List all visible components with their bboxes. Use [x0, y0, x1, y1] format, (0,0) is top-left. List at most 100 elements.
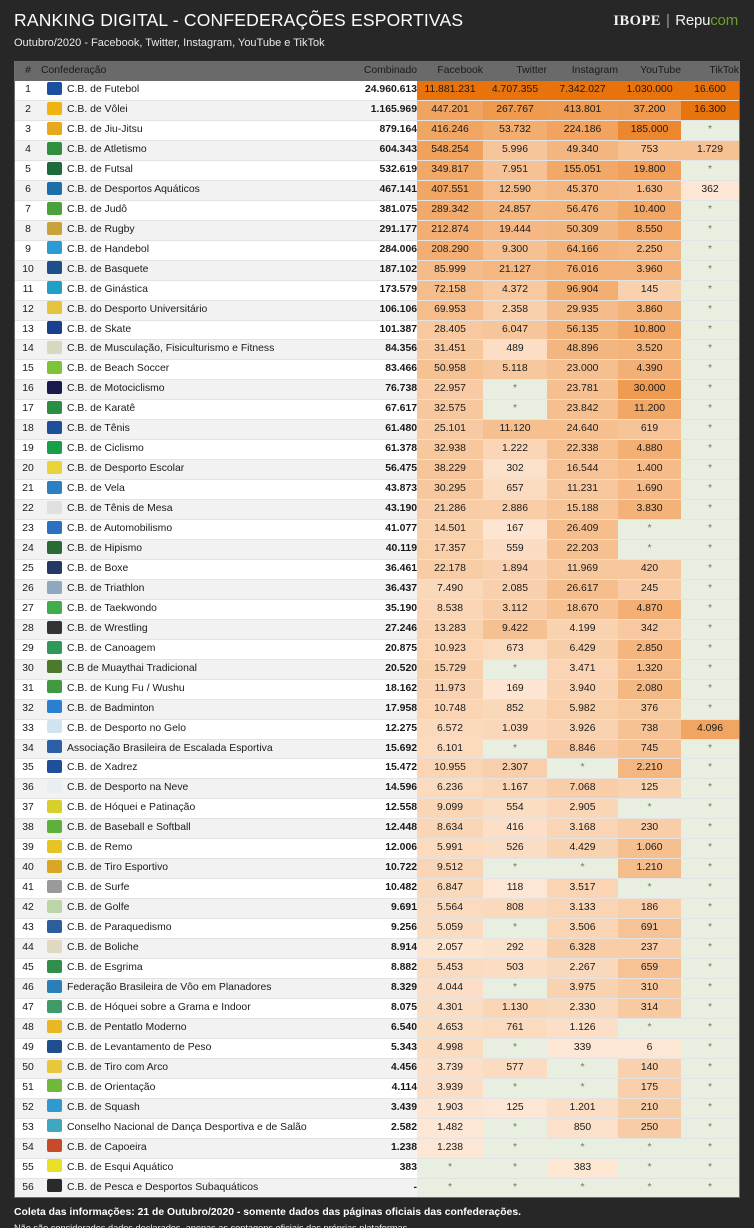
cell-twitter: 526: [483, 838, 547, 860]
cell-confederation-name[interactable]: C.B. de Golfe: [67, 898, 325, 920]
cell-twitter: 21.127: [483, 260, 547, 281]
cell-confederation-name[interactable]: C.B. de Triathlon: [67, 579, 325, 600]
cell-confederation-name[interactable]: C.B de Muaythai Tradicional: [67, 659, 325, 680]
cell-facebook: 6.572: [417, 719, 483, 740]
cell-confederation-name[interactable]: C.B. de Capoeira: [67, 1138, 325, 1159]
cell-confederation-name[interactable]: C.B. de Vela: [67, 479, 325, 501]
cell-confederation-name[interactable]: C.B. de Hipismo: [67, 539, 325, 560]
table-row: 24 C.B. de Hipismo 40.119 17.357 559 22.203 * *: [15, 539, 739, 560]
column-header-twitter[interactable]: Twitter: [483, 62, 547, 82]
cell-confederation-name[interactable]: C.B. de Atletismo: [67, 140, 325, 161]
cell-confederation-name[interactable]: C.B. de Tênis: [67, 419, 325, 441]
logo-chip: [46, 580, 62, 594]
cell-tiktok: *: [681, 798, 739, 820]
column-header-instagram[interactable]: Instagram: [547, 62, 618, 82]
cell-confederation-name[interactable]: C.B. de Boliche: [67, 938, 325, 960]
cell-combinado: 12.275: [325, 719, 417, 740]
cell-confederation-name[interactable]: C.B. de Tiro com Arco: [67, 1058, 325, 1079]
cell-confederation-name[interactable]: C.B. de Badminton: [67, 699, 325, 720]
cell-rank: 19: [15, 439, 41, 461]
cell-confederation-name[interactable]: C.B. de Paraquedismo: [67, 918, 325, 940]
cell-confederation-name[interactable]: C.B. do Desporto Universitário: [67, 300, 325, 321]
cell-confederation-name[interactable]: C.B. de Esgrima: [67, 958, 325, 979]
cell-confederation-name[interactable]: C.B. de Desportos Aquáticos: [67, 180, 325, 201]
cell-tiktok: *: [681, 379, 739, 401]
cell-facebook: 15.729: [417, 659, 483, 680]
column-header-rank[interactable]: #: [15, 62, 41, 82]
cell-confederation-name[interactable]: C.B. de Hóquei e Patinação: [67, 798, 325, 820]
cell-confederation-name[interactable]: C.B. de Xadrez: [67, 758, 325, 780]
cell-confederation-name[interactable]: C.B. de Orientação: [67, 1078, 325, 1099]
cell-confederation-name[interactable]: C.B. de Futebol: [67, 81, 325, 102]
column-header-youtube[interactable]: YouTube: [618, 62, 681, 82]
cell-confederation-name[interactable]: Associação Brasileira de Escalada Esport…: [67, 739, 325, 760]
cell-confederation-name[interactable]: C.B. de Kung Fu / Wushu: [67, 679, 325, 700]
cell-confederation-name[interactable]: C.B. de Pentatlo Moderno: [67, 1018, 325, 1039]
cell-confederation-name[interactable]: C.B. de Canoagem: [67, 639, 325, 660]
column-header-facebook[interactable]: Facebook: [417, 62, 483, 82]
cell-confederation-name[interactable]: C.B. de Automobilismo: [67, 519, 325, 540]
column-header-confederacao[interactable]: Confederação: [41, 62, 325, 82]
cell-confederation-name[interactable]: C.B. de Tiro Esportivo: [67, 858, 325, 880]
cell-confederation-name[interactable]: C.B. de Hóquei sobre a Grama e Indoor: [67, 998, 325, 1019]
logo-chip: [46, 421, 62, 435]
cell-confederation-name[interactable]: Federação Brasileira de Vôo em Planadore…: [67, 978, 325, 999]
cell-confederation-name[interactable]: C.B. de Ciclismo: [67, 439, 325, 461]
cell-confederation-name[interactable]: C.B. de Desporto no Gelo: [67, 719, 325, 740]
cell-confederation-name[interactable]: C.B. de Baseball e Softball: [67, 818, 325, 840]
cell-confederation-name[interactable]: C.B. de Taekwondo: [67, 599, 325, 620]
cell-tiktok: *: [681, 419, 739, 441]
cell-confederation-name[interactable]: C.B. de Surfe: [67, 878, 325, 900]
confederation-logo-icon: [41, 1138, 67, 1159]
cell-twitter: 489: [483, 339, 547, 361]
cell-confederation-name[interactable]: C.B. de Vôlei: [67, 100, 325, 121]
cell-rank: 3: [15, 120, 41, 141]
cell-confederation-name[interactable]: C.B. de Judô: [67, 200, 325, 221]
cell-tiktok: *: [681, 1138, 739, 1159]
cell-instagram: *: [547, 1138, 618, 1159]
cell-combinado: 879.164: [325, 120, 417, 141]
cell-confederation-name[interactable]: C.B. de Desporto na Neve: [67, 778, 325, 800]
cell-twitter: 5.118: [483, 359, 547, 381]
logo-chip: [46, 879, 62, 893]
cell-confederation-name[interactable]: C.B. de Desporto Escolar: [67, 459, 325, 481]
cell-twitter: *: [483, 399, 547, 421]
cell-confederation-name[interactable]: C.B. de Karatê: [67, 399, 325, 421]
cell-tiktok: *: [681, 998, 739, 1019]
cell-instagram: 850: [547, 1118, 618, 1139]
header-row: # Confederação Combinado Facebook Twitte…: [15, 62, 739, 82]
cell-confederation-name[interactable]: C.B. de Levantamento de Peso: [67, 1038, 325, 1059]
cell-confederation-name[interactable]: Conselho Nacional de Dança Desportiva e …: [67, 1118, 325, 1139]
cell-confederation-name[interactable]: C.B. de Remo: [67, 838, 325, 860]
cell-confederation-name[interactable]: C.B. de Beach Soccer: [67, 359, 325, 381]
cell-tiktok: *: [681, 898, 739, 920]
cell-facebook: 72.158: [417, 280, 483, 301]
cell-facebook: 1.903: [417, 1098, 483, 1119]
cell-confederation-name[interactable]: C.B. de Jiu-Jitsu: [67, 120, 325, 141]
cell-confederation-name[interactable]: C.B. de Rugby: [67, 220, 325, 241]
cell-confederation-name[interactable]: C.B. de Pesca e Desportos Subaquáticos: [67, 1178, 325, 1198]
cell-confederation-name[interactable]: C.B. de Boxe: [67, 559, 325, 580]
table-row: 16 C.B. de Motociclismo 76.738 22.957 * 23.78…: [15, 379, 739, 401]
cell-confederation-name[interactable]: C.B. de Wrestling: [67, 619, 325, 640]
cell-confederation-name[interactable]: C.B. de Basquete: [67, 260, 325, 281]
cell-confederation-name[interactable]: C.B. de Motociclismo: [67, 379, 325, 401]
cell-rank: 33: [15, 719, 41, 740]
cell-confederation-name[interactable]: C.B. de Esqui Aquático: [67, 1158, 325, 1179]
cell-combinado: 5.343: [325, 1038, 417, 1059]
cell-confederation-name[interactable]: C.B. de Tênis de Mesa: [67, 499, 325, 521]
cell-rank: 48: [15, 1018, 41, 1039]
column-header-combinado[interactable]: Combinado: [325, 62, 417, 82]
cell-confederation-name[interactable]: C.B. de Handebol: [67, 240, 325, 261]
cell-confederation-name[interactable]: C.B. de Musculação, Fisiculturismo e Fit…: [67, 339, 325, 361]
column-header-tiktok[interactable]: TikTok: [681, 62, 739, 82]
cell-confederation-name[interactable]: C.B. de Skate: [67, 320, 325, 341]
cell-confederation-name[interactable]: C.B. de Ginástica: [67, 280, 325, 301]
cell-combinado: 56.475: [325, 459, 417, 481]
cell-confederation-name[interactable]: C.B. de Squash: [67, 1098, 325, 1119]
table-row: 19 C.B. de Ciclismo 61.378 32.938 1.222 22.33…: [15, 439, 739, 461]
cell-confederation-name[interactable]: C.B. de Futsal: [67, 160, 325, 181]
cell-tiktok: *: [681, 1118, 739, 1139]
logo-chip: [46, 560, 62, 574]
cell-instagram: 4.429: [547, 838, 618, 860]
